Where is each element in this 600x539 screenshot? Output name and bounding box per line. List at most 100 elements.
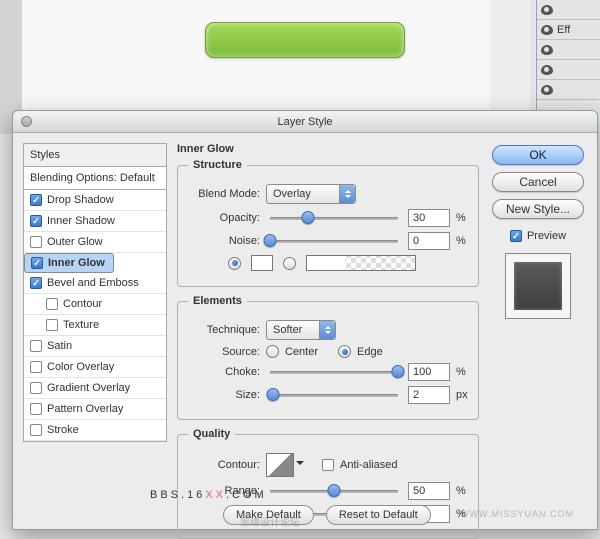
layer-row[interactable]	[537, 0, 600, 20]
elements-legend: Elements	[188, 295, 247, 307]
source-label: Source:	[188, 346, 260, 358]
dialog-title: Layer Style	[277, 116, 332, 128]
style-row-inner-shadow[interactable]: Inner Shadow	[24, 211, 166, 232]
noise-input[interactable]	[408, 232, 450, 250]
choke-slider[interactable]	[270, 365, 398, 379]
layer-row[interactable]: Eff	[537, 20, 600, 40]
style-checkbox[interactable]	[30, 361, 42, 373]
style-row-stroke[interactable]: Stroke	[24, 420, 166, 441]
technique-select[interactable]: Softer	[266, 320, 336, 340]
quality-legend: Quality	[188, 428, 235, 440]
noise-slider[interactable]	[270, 234, 398, 248]
style-label: Drop Shadow	[47, 194, 114, 206]
style-row-outer-glow[interactable]: Outer Glow	[24, 232, 166, 253]
style-checkbox[interactable]	[30, 277, 42, 289]
blend-mode-label: Blend Mode:	[188, 188, 260, 200]
source-center-label: Center	[285, 346, 318, 358]
new-style-button[interactable]: New Style...	[492, 199, 584, 219]
structure-legend: Structure	[188, 159, 247, 171]
blend-mode-select[interactable]: Overlay	[266, 184, 356, 204]
blending-options-row[interactable]: Blending Options: Default	[24, 167, 166, 190]
layers-panel: Eff	[536, 0, 600, 110]
style-checkbox[interactable]	[30, 424, 42, 436]
contour-picker[interactable]	[266, 453, 294, 477]
style-label: Color Overlay	[47, 361, 114, 373]
style-row-pattern-overlay[interactable]: Pattern Overlay	[24, 399, 166, 420]
ok-button[interactable]: OK	[492, 145, 584, 165]
visibility-icon[interactable]	[541, 65, 553, 75]
layer-row[interactable]	[537, 60, 600, 80]
style-row-bevel-and-emboss[interactable]: Bevel and Emboss	[24, 273, 166, 294]
dialog-buttons-column: OK Cancel New Style... Preview	[489, 143, 587, 529]
layer-style-dialog: Layer Style Styles Blending Options: Def…	[12, 110, 598, 530]
select-arrows-icon	[319, 321, 335, 339]
source-center-radio[interactable]	[266, 345, 279, 358]
style-row-texture[interactable]: Texture	[24, 315, 166, 336]
style-checkbox[interactable]	[30, 340, 42, 352]
style-checkbox[interactable]	[30, 403, 42, 415]
noise-label: Noise:	[188, 235, 260, 247]
visibility-icon[interactable]	[541, 25, 553, 35]
sample-green-button	[205, 22, 405, 58]
watermark-cn: 思缘设计论坛	[240, 514, 300, 529]
style-label: Bevel and Emboss	[47, 277, 139, 289]
choke-input[interactable]	[408, 363, 450, 381]
range-slider[interactable]	[270, 484, 398, 498]
reset-default-button[interactable]: Reset to Default	[326, 505, 431, 525]
style-checkbox[interactable]	[46, 298, 58, 310]
opacity-label: Opacity:	[188, 212, 260, 224]
layer-eff-label: Eff	[557, 24, 570, 36]
visibility-icon[interactable]	[541, 85, 553, 95]
style-checkbox[interactable]	[30, 382, 42, 394]
opacity-slider[interactable]	[270, 211, 398, 225]
size-slider[interactable]	[270, 388, 398, 402]
glow-color-swatch[interactable]	[251, 255, 273, 271]
style-checkbox[interactable]	[30, 194, 42, 206]
contour-label: Contour:	[188, 459, 260, 471]
dialog-titlebar[interactable]: Layer Style	[13, 111, 597, 133]
style-checkbox[interactable]	[31, 257, 43, 269]
panel-title: Inner Glow	[177, 143, 479, 155]
style-label: Contour	[63, 298, 102, 310]
styles-header[interactable]: Styles	[24, 144, 166, 167]
style-row-inner-glow[interactable]: Inner Glow	[24, 253, 114, 273]
cancel-button[interactable]: Cancel	[492, 172, 584, 192]
style-row-color-overlay[interactable]: Color Overlay	[24, 357, 166, 378]
anti-aliased-checkbox[interactable]	[322, 459, 334, 471]
preview-checkbox[interactable]	[510, 230, 522, 242]
technique-label: Technique:	[188, 324, 260, 336]
style-row-contour[interactable]: Contour	[24, 294, 166, 315]
style-checkbox[interactable]	[30, 236, 42, 248]
size-input[interactable]	[408, 386, 450, 404]
style-label: Gradient Overlay	[47, 382, 130, 394]
options-panel: Inner Glow Structure Blend Mode: Overlay…	[177, 143, 479, 529]
styles-sidebar: Styles Blending Options: Default Drop Sh…	[23, 143, 167, 529]
style-row-satin[interactable]: Satin	[24, 336, 166, 357]
source-edge-label: Edge	[357, 346, 383, 358]
style-label: Inner Glow	[48, 257, 105, 269]
opacity-input[interactable]	[408, 209, 450, 227]
source-edge-radio[interactable]	[338, 345, 351, 358]
elements-group: Elements Technique: Softer Source: Cente…	[177, 295, 479, 420]
style-row-gradient-overlay[interactable]: Gradient Overlay	[24, 378, 166, 399]
visibility-icon[interactable]	[541, 45, 553, 55]
style-checkbox[interactable]	[30, 215, 42, 227]
size-label: Size:	[188, 389, 260, 401]
structure-group: Structure Blend Mode: Overlay Opacity: %…	[177, 159, 479, 287]
glow-color-radio[interactable]	[228, 257, 241, 270]
style-row-drop-shadow[interactable]: Drop Shadow	[24, 190, 166, 211]
preview-label: Preview	[527, 230, 566, 242]
layer-row[interactable]	[537, 40, 600, 60]
range-input[interactable]	[408, 482, 450, 500]
glow-gradient-swatch[interactable]	[306, 255, 416, 271]
style-label: Inner Shadow	[47, 215, 115, 227]
choke-label: Choke:	[188, 366, 260, 378]
traffic-light-icon[interactable]	[21, 116, 32, 127]
style-checkbox[interactable]	[46, 319, 58, 331]
style-label: Outer Glow	[47, 236, 103, 248]
select-arrows-icon	[339, 185, 355, 203]
style-label: Stroke	[47, 424, 79, 436]
layer-row[interactable]	[537, 80, 600, 100]
visibility-icon[interactable]	[541, 5, 553, 15]
glow-gradient-radio[interactable]	[283, 257, 296, 270]
